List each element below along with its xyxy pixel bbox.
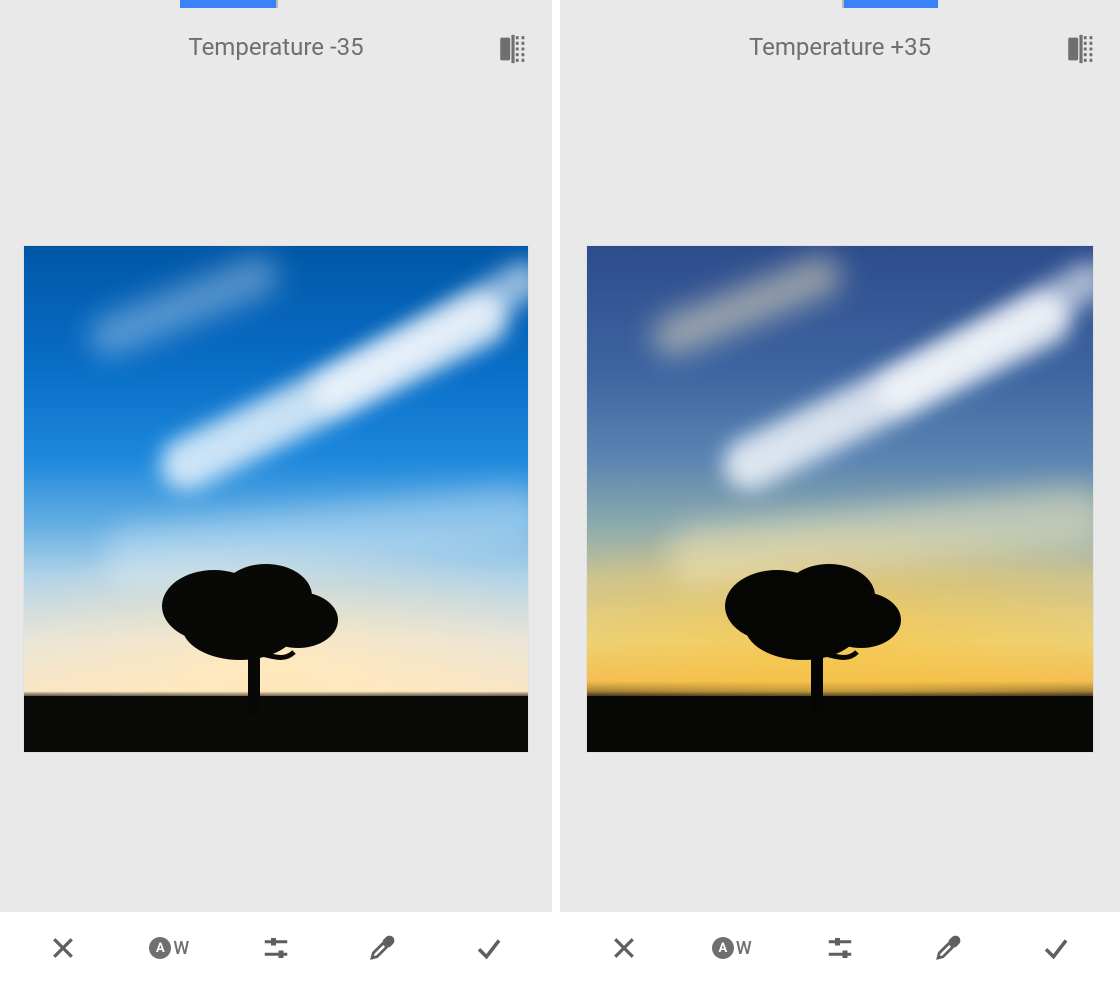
slider-fill (180, 0, 276, 8)
auto-white-balance-icon: A W (149, 937, 189, 959)
cancel-button[interactable] (39, 924, 87, 972)
preview-area (560, 86, 1120, 912)
slider-fill (842, 0, 938, 8)
slider-origin-tick (842, 0, 844, 8)
eyedropper-icon (367, 933, 397, 963)
tune-icon (825, 933, 855, 963)
aw-suffix: W (173, 938, 189, 959)
compare-button[interactable] (1064, 32, 1098, 62)
apply-button[interactable] (1032, 924, 1080, 972)
aw-letter: A (718, 941, 727, 956)
editor-panel-right: Temperature +35 (560, 0, 1120, 984)
apply-button[interactable] (465, 924, 513, 972)
check-icon (1041, 933, 1071, 963)
bottom-toolbar: A W (0, 912, 552, 984)
auto-white-balance-button[interactable]: A W (708, 924, 756, 972)
close-icon (48, 933, 78, 963)
eyedropper-button[interactable] (924, 924, 972, 972)
compare-icon (496, 32, 530, 66)
adjustment-label: Temperature +35 (749, 33, 931, 61)
slider-origin-tick (276, 0, 278, 8)
compare-button[interactable] (496, 32, 530, 62)
photo-preview[interactable] (24, 246, 528, 752)
editor-panel-left: Temperature -35 (0, 0, 560, 984)
close-icon (609, 933, 639, 963)
aw-suffix: W (736, 938, 752, 959)
photo-tree-silhouette (707, 544, 927, 714)
temperature-slider[interactable] (560, 0, 1120, 8)
photo-tree-silhouette (144, 544, 364, 714)
compare-icon (1064, 32, 1098, 66)
adjustment-label: Temperature -35 (188, 33, 363, 61)
tune-button[interactable] (816, 924, 864, 972)
header: Temperature +35 (560, 8, 1120, 86)
aw-letter: A (156, 941, 165, 956)
tune-button[interactable] (252, 924, 300, 972)
tune-icon (261, 933, 291, 963)
temperature-slider[interactable] (0, 0, 552, 8)
check-icon (474, 933, 504, 963)
auto-white-balance-icon: A W (712, 937, 752, 959)
header: Temperature -35 (0, 8, 552, 86)
eyedropper-button[interactable] (358, 924, 406, 972)
preview-area (0, 86, 552, 912)
eyedropper-icon (933, 933, 963, 963)
bottom-toolbar: A W (560, 912, 1120, 984)
auto-white-balance-button[interactable]: A W (146, 924, 194, 972)
photo-preview[interactable] (587, 246, 1093, 752)
cancel-button[interactable] (600, 924, 648, 972)
